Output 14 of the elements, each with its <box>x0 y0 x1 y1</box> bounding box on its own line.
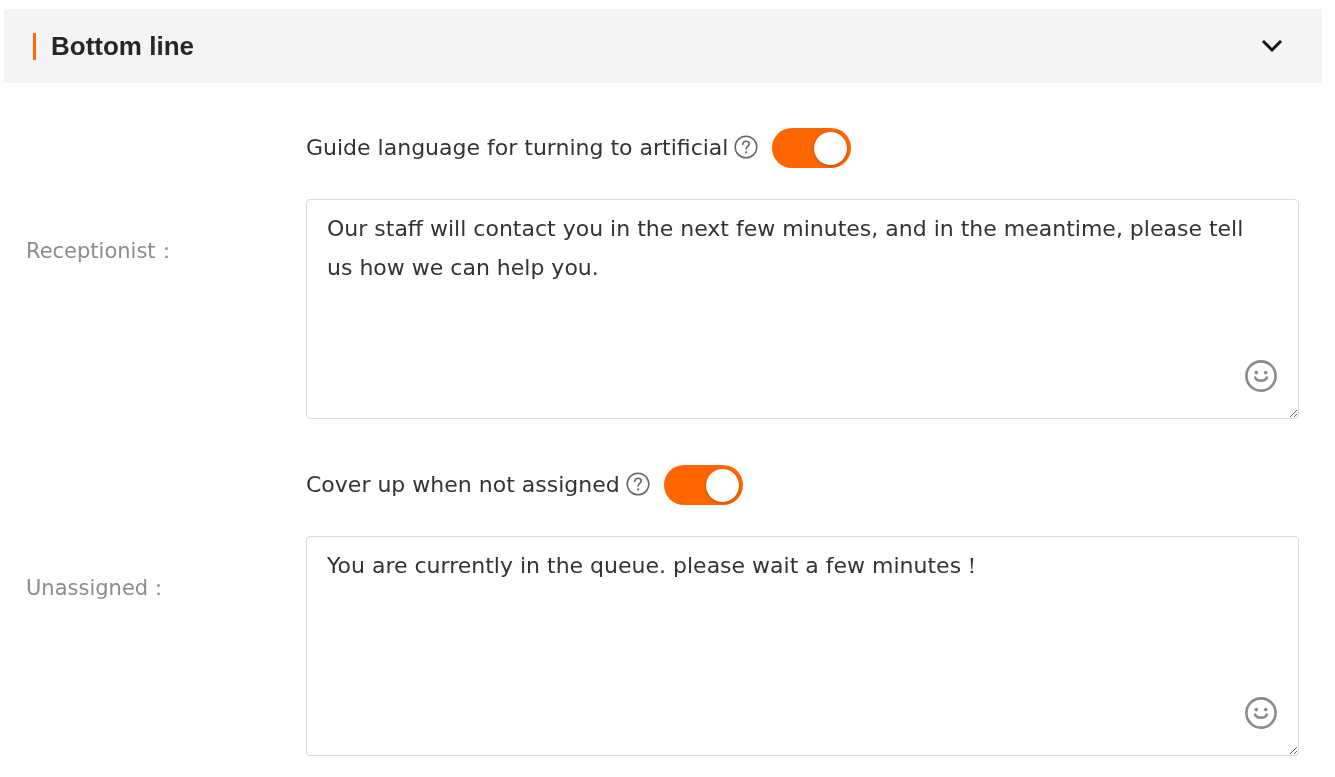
toggle-label: Cover up when not assigned <box>306 471 620 499</box>
message-textarea[interactable]: You are currently in the queue. please wait a few minutes！ <box>306 536 1299 756</box>
toggle-switch[interactable] <box>663 465 743 505</box>
field-label: Receptionist： <box>26 238 178 265</box>
toggle-label: Guide language for turning to artificial <box>306 134 729 162</box>
emoji-icon[interactable] <box>1245 360 1277 392</box>
section-title: Bottom line <box>33 32 194 60</box>
message-textarea[interactable]: Our staff will contact you in the next few minutes, and in the meantime, please tell us how we can help you. <box>306 199 1299 419</box>
toggle-switch[interactable] <box>772 128 852 168</box>
help-icon[interactable] <box>625 472 650 496</box>
emoji-icon[interactable] <box>1245 697 1277 729</box>
chevron-down-icon <box>1262 39 1282 53</box>
field-label: Unassigned： <box>26 574 171 602</box>
help-icon[interactable] <box>734 135 759 159</box>
